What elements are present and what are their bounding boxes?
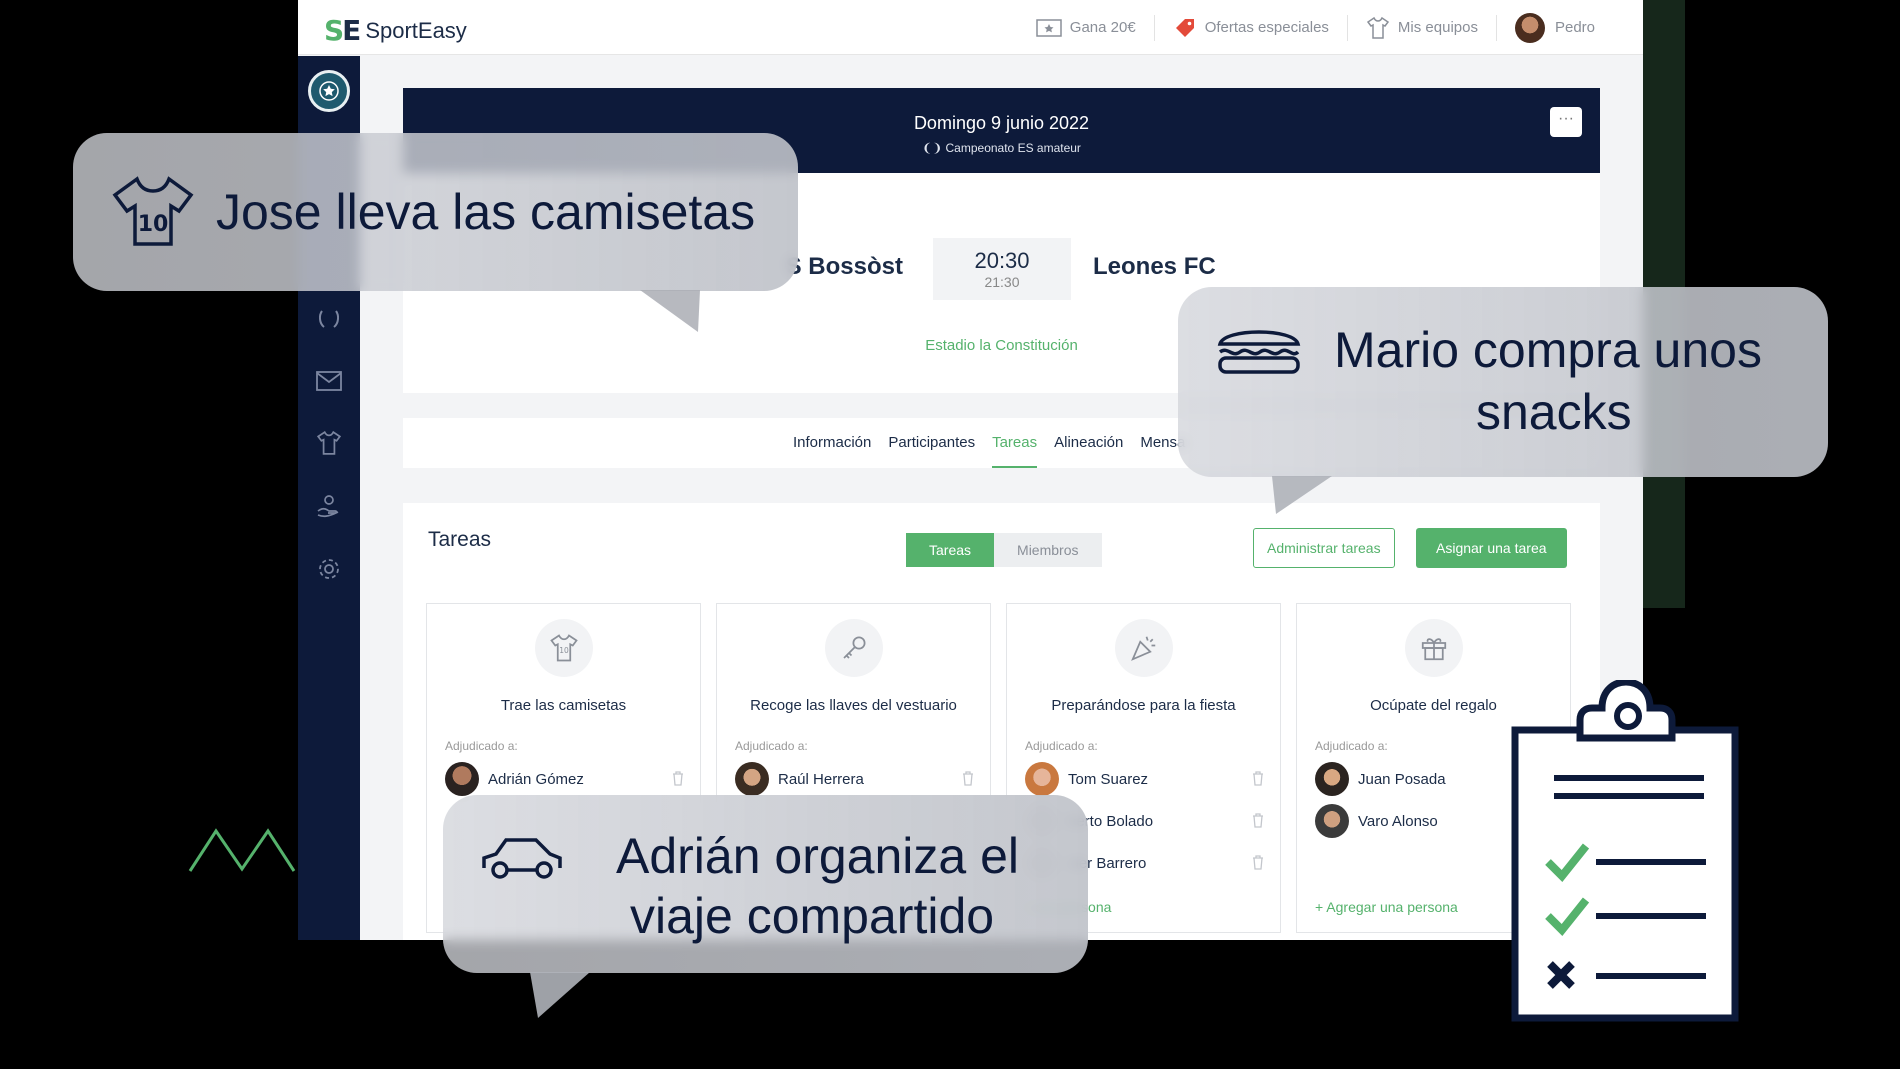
match-time-box: 20:30 21:30: [933, 238, 1071, 300]
assignee-name: Tom Suarez: [1068, 770, 1149, 788]
earn-label: Gana 20€: [1069, 19, 1136, 36]
teams-link[interactable]: Mis equipos: [1346, 14, 1496, 41]
sandwich-icon: [1216, 322, 1302, 383]
manage-tasks-button[interactable]: Administrar tareas: [1253, 528, 1395, 568]
offers-link[interactable]: Ofertas especiales: [1153, 14, 1347, 41]
callout-adrian-tail: [530, 972, 590, 1018]
competition-name: Campeonato ES amateur: [945, 141, 1081, 155]
assign-task-button[interactable]: Asignar una tarea: [1416, 528, 1567, 568]
assigned-label: Adjudicado a:: [735, 739, 808, 753]
ticket-icon: [1036, 18, 1062, 38]
task-title: Preparándose para la fiesta: [1051, 697, 1236, 714]
jersey-icon: 10: [111, 175, 195, 254]
match-end-time: 21:30: [984, 274, 1020, 290]
callout-adrian: Adrián organiza el viaje compartido: [443, 795, 1088, 973]
gift-icon: [1405, 619, 1463, 677]
trash-icon[interactable]: [1251, 770, 1265, 790]
callout-mario: Mario compra unos snacks: [1178, 287, 1828, 477]
logo-text: SportEasy: [365, 17, 467, 43]
top-nav: Gana 20€ Ofertas especiales Mis equipos: [1018, 0, 1613, 55]
task-title: Recoge las llaves del vestuario: [750, 697, 957, 714]
assignee-name: Varo Alonso: [1358, 812, 1438, 830]
tasks-title: Tareas: [428, 528, 492, 551]
trash-icon[interactable]: [1251, 854, 1265, 874]
add-person-link[interactable]: + Agregar una persona: [1315, 899, 1458, 915]
match-date: Domingo 9 junio 2022: [913, 113, 1090, 133]
trash-icon[interactable]: [961, 770, 975, 790]
party-icon: [1115, 619, 1173, 677]
assignee: Adrián Gómez: [445, 762, 685, 796]
user-name: Pedro: [1554, 19, 1595, 36]
logo-mark: SE: [324, 14, 361, 47]
svg-text:10: 10: [138, 212, 169, 237]
avatar: [735, 762, 769, 796]
zigzag-decoration: [188, 828, 296, 872]
top-bar: SE SportEasy Gana 20€ Ofertas especiales: [298, 0, 1643, 55]
assignee: Raúl Herrera: [735, 762, 975, 796]
callout-mario-tail: [1272, 476, 1332, 514]
match-time: 20:30: [974, 248, 1030, 273]
away-team[interactable]: Leones FC: [1093, 253, 1216, 281]
task-title: Trae las camisetas: [500, 697, 627, 714]
trash-icon[interactable]: [1251, 812, 1265, 832]
jersey-icon: 10: [535, 619, 593, 677]
tag-icon: [1173, 16, 1197, 40]
callout-mario-line1: Mario compra unos: [1334, 322, 1762, 378]
mail-icon[interactable]: [315, 367, 343, 395]
avatar: [1025, 762, 1059, 796]
toggle-miembros[interactable]: Miembros: [994, 533, 1102, 567]
callout-jose: 10 Jose lleva las camisetas: [73, 133, 798, 291]
assignee-name: Raúl Herrera: [778, 770, 864, 788]
teams-label: Mis equipos: [1397, 19, 1478, 36]
callout-jose-tail: [640, 290, 700, 332]
competition-icon: ❨❩: [922, 141, 946, 155]
promo-stage: SE SportEasy Gana 20€ Ofertas especiales: [0, 0, 1900, 1069]
offers-label: Ofertas especiales: [1204, 19, 1329, 36]
user-avatar: [1514, 12, 1545, 43]
assigned-label: Adjudicado a:: [445, 739, 518, 753]
tab-participantes[interactable]: Participantes: [888, 418, 975, 468]
assignee-name: Juan Posada: [1358, 770, 1446, 788]
sporteasy-logo[interactable]: SE SportEasy: [324, 14, 467, 47]
earn-link[interactable]: Gana 20€: [1018, 15, 1154, 41]
callout-mario-line2: snacks: [1476, 384, 1632, 440]
car-icon: [478, 830, 566, 891]
gear-icon[interactable]: [315, 555, 343, 583]
trophy-icon[interactable]: [315, 305, 343, 333]
avatar: [445, 762, 479, 796]
club-badge[interactable]: [308, 70, 350, 112]
assigned-label: Adjudicado a:: [1315, 739, 1388, 753]
jersey-icon[interactable]: [315, 429, 343, 457]
avatar: [1315, 762, 1349, 796]
more-options-button[interactable]: ···: [1550, 107, 1582, 137]
callout-jose-text: Jose lleva las camisetas: [216, 184, 756, 240]
clipboard-checklist-icon: [1511, 680, 1739, 1022]
assigned-label: Adjudicado a:: [1025, 739, 1098, 753]
trash-icon[interactable]: [671, 770, 685, 790]
jersey-icon: [1366, 16, 1390, 40]
tasks-view-toggle: Tareas Miembros: [906, 533, 1102, 567]
assignee-name: Adrián Gómez: [488, 770, 584, 788]
user-menu[interactable]: Pedro: [1495, 12, 1613, 43]
key-icon: [825, 619, 883, 677]
callout-adrian-line1: Adrián organiza el: [616, 828, 1020, 884]
donation-icon[interactable]: [315, 492, 343, 520]
tab-informacion[interactable]: Información: [793, 418, 871, 468]
tab-alineacion[interactable]: Alineación: [1054, 418, 1123, 468]
svg-text:10: 10: [559, 646, 569, 655]
avatar: [1315, 804, 1349, 838]
tab-tareas[interactable]: Tareas: [992, 418, 1038, 468]
assignee: Tom Suarez: [1025, 762, 1265, 796]
callout-adrian-line2: viaje compartido: [630, 888, 995, 944]
toggle-tareas[interactable]: Tareas: [906, 533, 995, 567]
